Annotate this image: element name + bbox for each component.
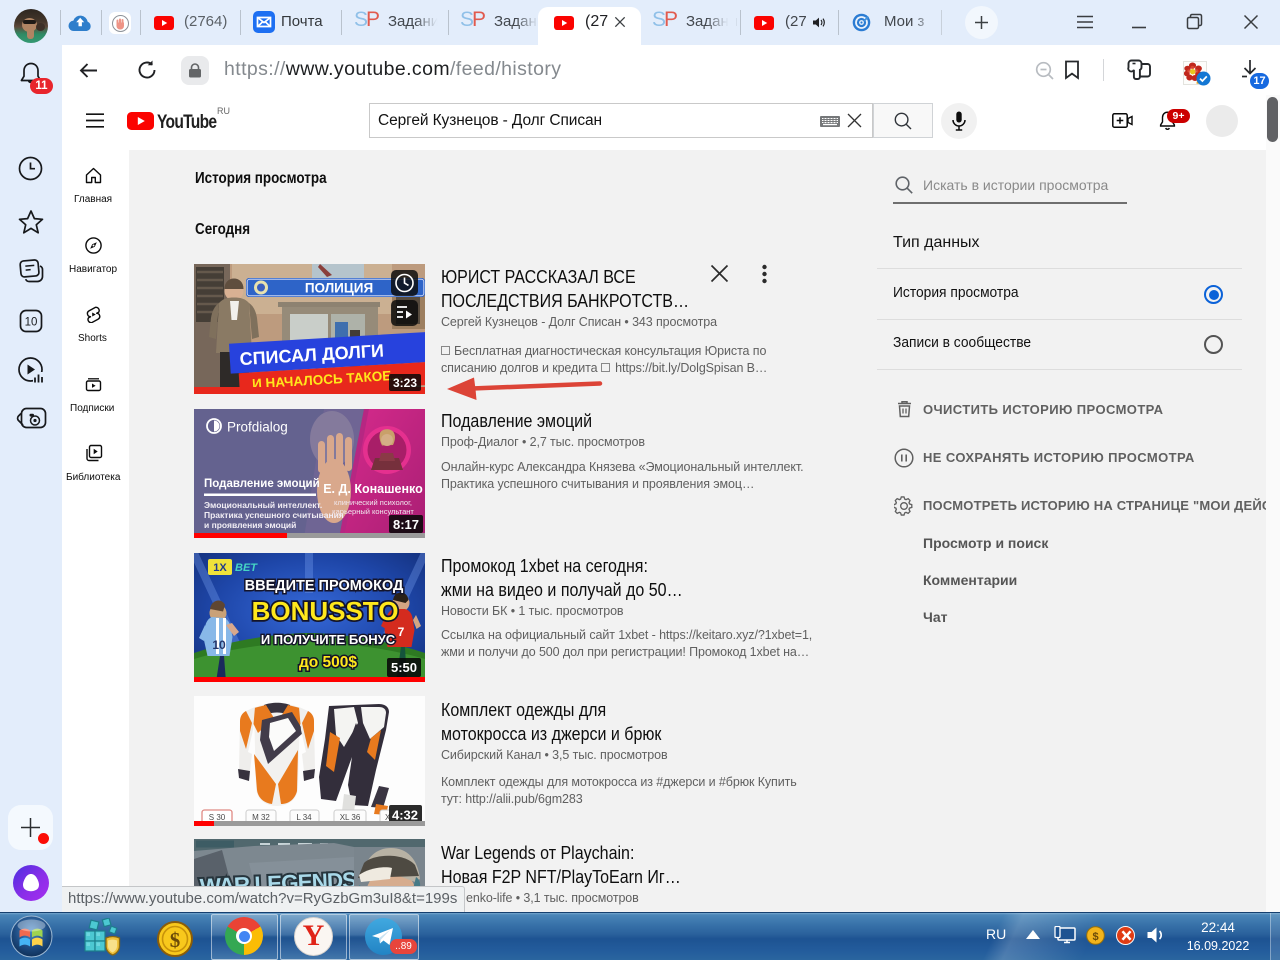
svg-text:и проявления эмоций: и проявления эмоций <box>204 520 296 530</box>
svg-text:$: $ <box>170 928 181 952</box>
svg-text:$: $ <box>1092 931 1098 943</box>
svg-text:7: 7 <box>398 625 405 639</box>
svg-text:Profdialog: Profdialog <box>227 420 288 435</box>
svg-text:10: 10 <box>212 638 226 652</box>
svg-text:5:50: 5:50 <box>391 660 417 675</box>
svg-text:S 30: S 30 <box>209 813 226 822</box>
svg-text:10: 10 <box>25 317 38 329</box>
svg-text:Практика успешного считывания: Практика успешного считывания <box>204 510 344 520</box>
svg-text:XL 36: XL 36 <box>340 813 361 822</box>
svg-text:3:23: 3:23 <box>393 376 417 390</box>
svg-text:BONUSSTO: BONUSSTO <box>252 596 399 626</box>
svg-text:BET: BET <box>235 562 258 574</box>
svg-text:L 34: L 34 <box>296 813 312 822</box>
svg-text:карьерный консультант: карьерный консультант <box>332 507 414 516</box>
svg-text:ВВЕДИТЕ ПРОМОКОД: ВВЕДИТЕ ПРОМОКОД <box>245 578 404 594</box>
svg-text:M 32: M 32 <box>252 813 270 822</box>
svg-text:4:32: 4:32 <box>392 808 418 823</box>
svg-text:8:17: 8:17 <box>393 517 419 532</box>
svg-text:Е. Д. Конашенко: Е. Д. Конашенко <box>323 482 423 496</box>
svg-text:клинический психолог,: клинический психолог, <box>334 498 412 507</box>
svg-text:1X: 1X <box>213 562 227 574</box>
svg-text:до 500$: до 500$ <box>299 654 357 671</box>
svg-text:Подавление эмоций: Подавление эмоций <box>204 478 320 490</box>
svg-text:ПОЛИЦИЯ: ПОЛИЦИЯ <box>305 281 373 296</box>
svg-text:И ПОЛУЧИТЕ БОНУС: И ПОЛУЧИТЕ БОНУС <box>261 632 396 647</box>
svg-text:Эмоциональный интеллект.: Эмоциональный интеллект. <box>204 500 322 510</box>
